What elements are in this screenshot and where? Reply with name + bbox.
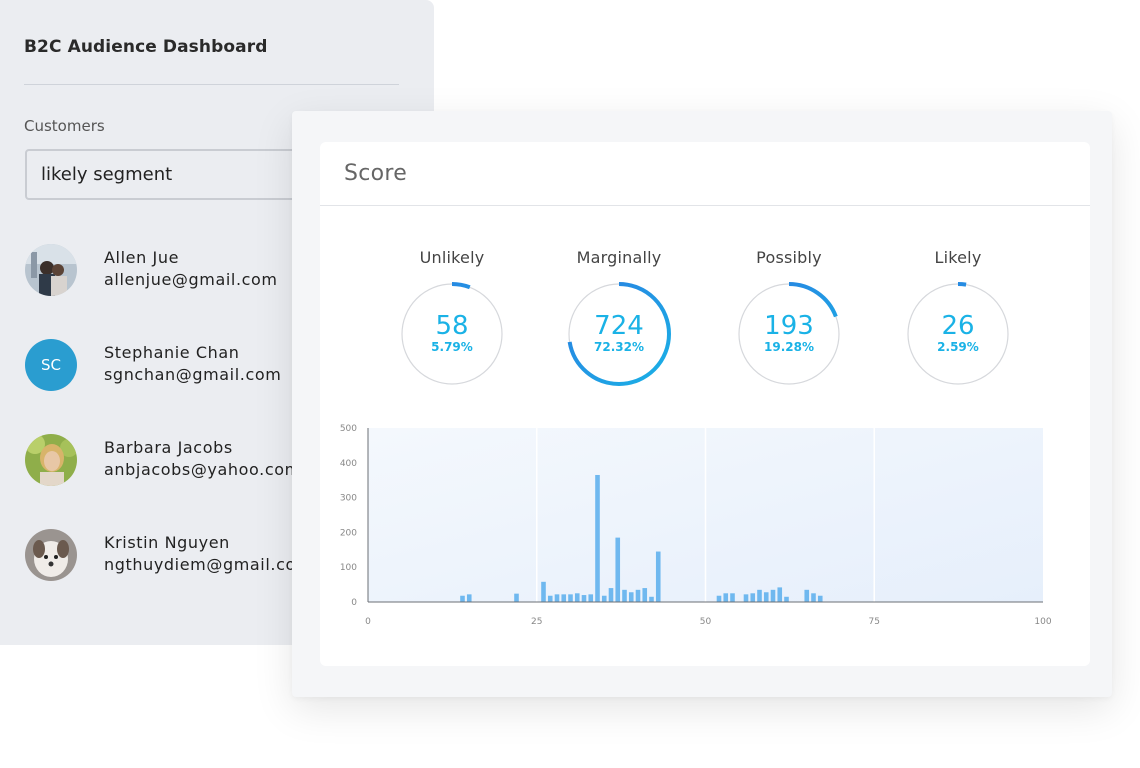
- gauge-count: 724: [594, 311, 644, 341]
- gauge-percent: 5.79%: [431, 340, 473, 354]
- gauge-label: Possibly: [756, 248, 822, 267]
- histogram-bar: [763, 592, 769, 602]
- histogram-bar: [635, 589, 641, 602]
- histogram-bar: [588, 594, 594, 602]
- gauge-likely: Likely 26 2.59%: [903, 246, 1013, 386]
- dashboard-title: B2C Audience Dashboard: [24, 37, 268, 57]
- histogram-bar: [784, 596, 789, 602]
- histogram-bar: [817, 595, 823, 602]
- histogram-bar: [804, 589, 810, 602]
- histogram-bar: [568, 594, 573, 602]
- x-tick-label: 75: [869, 617, 880, 627]
- histogram-bar: [743, 594, 749, 602]
- gauge-unlikely: Unlikely 58 5.79%: [397, 246, 507, 386]
- y-tick-label: 400: [340, 459, 357, 469]
- histogram-bar: [642, 588, 648, 602]
- gauge-percent: 72.32%: [594, 340, 644, 354]
- gauge-marginally: Marginally 724 72.32%: [564, 246, 674, 386]
- score-panel: Score Unlikely 58 5.79% Marginally 724 7…: [292, 111, 1112, 697]
- customer-email: anbjacobs@yahoo.com: [104, 460, 301, 479]
- histogram-bar: [601, 595, 607, 602]
- histogram-bar: [649, 596, 654, 602]
- histogram-bar: [460, 595, 465, 602]
- x-tick-label: 0: [365, 617, 371, 627]
- gauge-ring: 193 19.28%: [737, 282, 841, 386]
- x-tick-label: 100: [1034, 617, 1051, 627]
- histogram-bar: [608, 588, 614, 602]
- customer-item[interactable]: Allen Jue allenjue@gmail.com: [25, 244, 325, 296]
- histogram-bar: [541, 581, 546, 602]
- score-card: Score Unlikely 58 5.79% Marginally 724 7…: [320, 142, 1090, 666]
- histogram-bar: [770, 589, 776, 602]
- histogram-bar: [514, 593, 519, 602]
- x-tick-label: 50: [700, 617, 712, 627]
- gauge-percent: 19.28%: [764, 340, 814, 354]
- histogram-bar: [547, 595, 553, 602]
- avatar: [25, 529, 77, 581]
- customer-item[interactable]: SC Stephanie Chan sgnchan@gmail.com: [25, 339, 325, 391]
- histogram-bar: [655, 551, 661, 602]
- histogram-bar: [723, 593, 729, 602]
- gauge-ring: 26 2.59%: [906, 282, 1010, 386]
- customer-item[interactable]: Kristin Nguyen ngthuydiem@gmail.com: [25, 529, 325, 581]
- histogram-bar: [466, 594, 472, 602]
- histogram-bar: [777, 587, 783, 602]
- gauge-label: Marginally: [576, 248, 662, 267]
- gauge-label: Unlikely: [419, 248, 485, 267]
- gauge-count: 58: [435, 311, 468, 341]
- histogram-bar: [554, 594, 560, 602]
- histogram-bar: [561, 594, 567, 602]
- gauge-count: 193: [764, 311, 814, 341]
- histogram-bar: [628, 592, 634, 602]
- customer-name: Kristin Nguyen: [104, 533, 230, 552]
- gauge-label: Likely: [934, 248, 982, 267]
- customer-name: Barbara Jacobs: [104, 438, 233, 457]
- score-histogram: 0 100 200 300 400 500 0 25 50 75 100: [340, 424, 1052, 627]
- score-divider: [320, 205, 1090, 206]
- gauge-count: 26: [941, 311, 974, 341]
- gauge-possibly: Possibly 193 19.28%: [734, 246, 844, 386]
- customer-email: allenjue@gmail.com: [104, 270, 278, 289]
- histogram-bar: [622, 589, 627, 602]
- customer-email: ngthuydiem@gmail.com: [104, 555, 313, 574]
- histogram-bar: [581, 595, 587, 602]
- y-tick-label: 500: [340, 424, 357, 434]
- histogram-bar: [811, 593, 816, 602]
- gauge-percent: 2.59%: [937, 340, 979, 354]
- gauge-ring: 58 5.79%: [400, 282, 504, 386]
- x-tick-label: 25: [531, 617, 542, 627]
- y-tick-label: 200: [340, 528, 357, 538]
- title-divider: [24, 84, 399, 85]
- customers-section-label: Customers: [24, 117, 105, 135]
- customer-name: Allen Jue: [104, 248, 180, 267]
- y-tick-label: 300: [340, 494, 357, 504]
- gauge-ring: 724 72.32%: [567, 282, 671, 386]
- histogram-bar: [750, 593, 756, 602]
- customer-email: sgnchan@gmail.com: [104, 365, 282, 384]
- segment-input[interactable]: [25, 149, 325, 200]
- histogram-bar: [757, 589, 762, 602]
- y-tick-label: 0: [351, 598, 357, 608]
- avatar: [25, 434, 77, 486]
- avatar: SC: [25, 339, 77, 391]
- avatar: [25, 244, 77, 296]
- histogram-bar: [595, 474, 600, 602]
- score-title: Score: [344, 161, 408, 186]
- customer-item[interactable]: Barbara Jacobs anbjacobs@yahoo.com: [25, 434, 325, 486]
- y-tick-label: 100: [340, 563, 357, 573]
- histogram-bar: [730, 593, 735, 602]
- customer-name: Stephanie Chan: [104, 343, 240, 362]
- histogram-bar: [716, 595, 722, 602]
- histogram-bar: [574, 593, 580, 602]
- histogram-bar: [615, 537, 621, 602]
